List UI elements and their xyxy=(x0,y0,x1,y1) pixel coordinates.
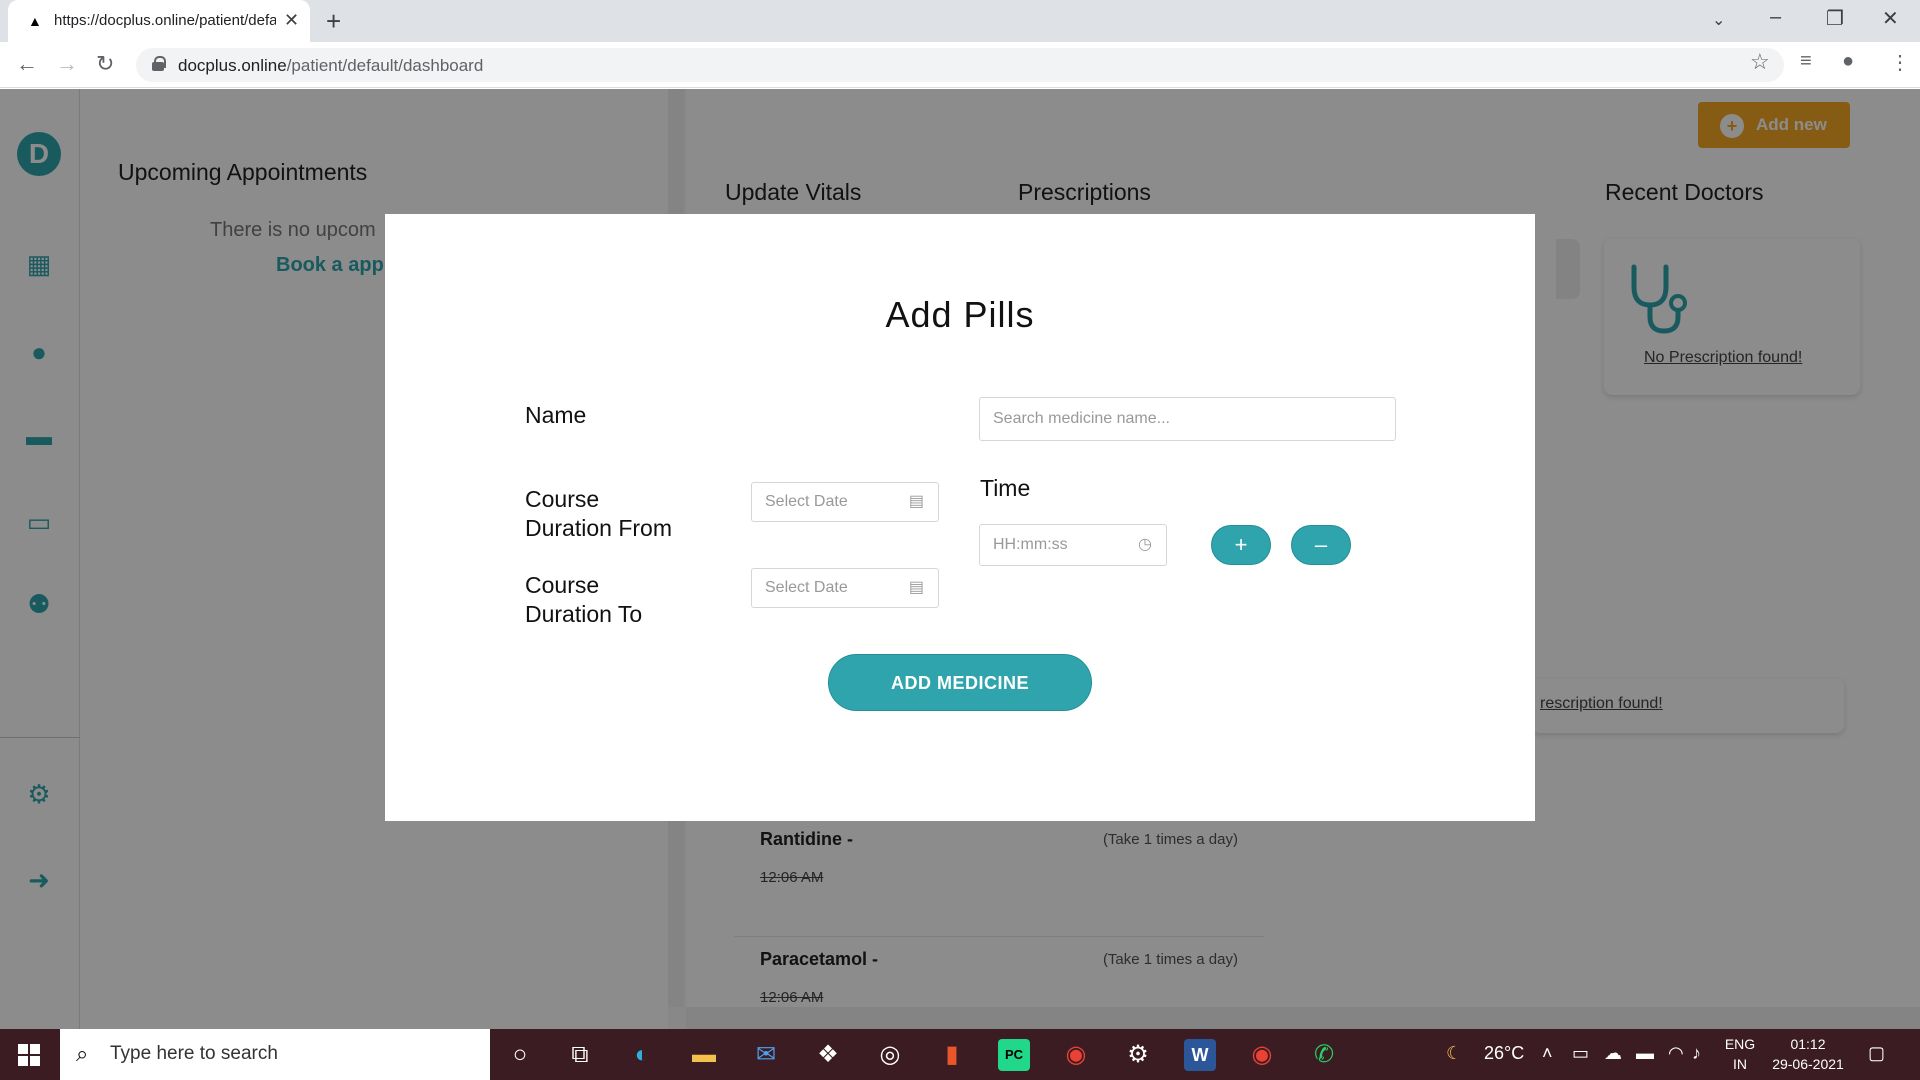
edge-icon[interactable]: ◐ xyxy=(626,1039,658,1071)
task-view-icon[interactable]: ⧉ xyxy=(564,1039,596,1071)
browser-tab-strip: ▲ https://docplus.online/patient/default… xyxy=(0,0,1920,42)
close-tab-icon[interactable]: ✕ xyxy=(284,10,299,31)
onedrive-icon[interactable]: ☁ xyxy=(1604,1043,1622,1064)
taskbar-clock[interactable]: 01:12 29-06-2021 xyxy=(1768,1034,1848,1074)
battery-icon[interactable]: ▭ xyxy=(1572,1043,1589,1064)
chrome-icon[interactable]: ◉ xyxy=(1060,1039,1092,1071)
reading-list-icon[interactable]: ≡ xyxy=(1800,50,1812,73)
lock-icon xyxy=(152,56,166,71)
reload-icon[interactable]: ↻ xyxy=(96,51,114,77)
search-icon: ⌕ xyxy=(76,1041,89,1066)
course-to-label: Course Duration To xyxy=(525,572,643,627)
medicine-search-input[interactable]: Search medicine name... xyxy=(979,397,1396,441)
new-tab-icon[interactable]: + xyxy=(326,6,341,37)
modal-title: Add Pills xyxy=(885,294,1035,335)
url-text: docplus.online/patient/default/dashboard xyxy=(178,56,484,75)
course-from-date-input[interactable]: Select Date ▤ xyxy=(751,482,939,522)
forward-icon[interactable]: → xyxy=(56,51,78,77)
profile-icon[interactable]: ● xyxy=(1842,50,1854,73)
time-label: Time xyxy=(980,475,1031,501)
minimize-icon[interactable]: – xyxy=(1770,6,1781,29)
taskbar-search-placeholder: Type here to search xyxy=(110,1043,278,1064)
clock-icon: ◷ xyxy=(1138,536,1152,553)
tab-title: https://docplus.online/patient/default/d… xyxy=(54,12,276,29)
tray-chevron-icon[interactable]: ˄ xyxy=(1542,1043,1553,1064)
browser-tab[interactable]: ▲ https://docplus.online/patient/default… xyxy=(8,0,310,42)
windows-start-icon[interactable] xyxy=(18,1044,40,1066)
dropbox-icon[interactable]: ❖ xyxy=(812,1039,844,1071)
cortana-icon[interactable]: ○ xyxy=(504,1039,536,1071)
pycharm-icon[interactable]: PC xyxy=(998,1039,1030,1071)
name-label: Name xyxy=(525,402,587,428)
course-to-date-input[interactable]: Select Date ▤ xyxy=(751,568,939,608)
whatsapp-icon[interactable]: ✆ xyxy=(1308,1039,1340,1071)
power-icon[interactable]: ▬ xyxy=(1636,1043,1654,1064)
mail-icon[interactable]: ✉ xyxy=(750,1039,782,1071)
settings-icon[interactable]: ⚙ xyxy=(1122,1039,1154,1071)
weather-temp[interactable]: 26°C xyxy=(1484,1043,1524,1064)
site-favicon-icon: ▲ xyxy=(28,13,42,29)
back-icon[interactable]: ← xyxy=(16,51,38,77)
calendar-icon: ▤ xyxy=(908,579,924,596)
restore-icon[interactable]: ❐ xyxy=(1826,6,1844,31)
remove-time-button[interactable]: – xyxy=(1291,525,1351,565)
app-icon[interactable]: ◎ xyxy=(874,1039,906,1071)
add-time-button[interactable]: + xyxy=(1211,525,1271,565)
taskbar-search-box[interactable]: ⌕ Type here to search xyxy=(60,1029,490,1080)
weather-icon: ☾ xyxy=(1446,1043,1463,1063)
add-medicine-button[interactable]: ADD MEDICINE xyxy=(828,654,1092,711)
close-window-icon[interactable]: ✕ xyxy=(1882,6,1899,31)
file-explorer-icon[interactable]: ▬ xyxy=(688,1039,720,1071)
time-input[interactable]: HH:mm:ss ◷ xyxy=(979,524,1167,566)
windows-taskbar: ⌕ Type here to search ○ ⧉ ◐ ▬ ✉ ❖ ◎ ▮ PC… xyxy=(0,1029,1920,1080)
notifications-icon[interactable]: ▢ xyxy=(1868,1043,1885,1064)
office-icon[interactable]: ▮ xyxy=(936,1039,968,1071)
menu-icon[interactable]: ⋮ xyxy=(1890,50,1910,75)
calendar-icon: ▤ xyxy=(908,493,924,510)
bookmark-star-icon[interactable]: ☆ xyxy=(1750,49,1770,75)
volume-icon[interactable]: ♪ xyxy=(1692,1043,1701,1064)
chrome-icon[interactable]: ◉ xyxy=(1246,1039,1278,1071)
language-indicator[interactable]: ENG IN xyxy=(1722,1034,1758,1074)
tab-search-icon[interactable]: ⌄ xyxy=(1712,10,1725,30)
network-icon[interactable]: ◠ xyxy=(1668,1043,1684,1064)
word-icon[interactable]: W xyxy=(1184,1039,1216,1071)
add-pills-modal: Add Pills Name Search medicine name... C… xyxy=(385,214,1535,821)
browser-toolbar: ← → ↻ docplus.online/patient/default/das… xyxy=(0,42,1920,88)
address-bar[interactable]: docplus.online/patient/default/dashboard xyxy=(136,48,1784,82)
course-from-label: Course Duration From xyxy=(525,486,672,541)
